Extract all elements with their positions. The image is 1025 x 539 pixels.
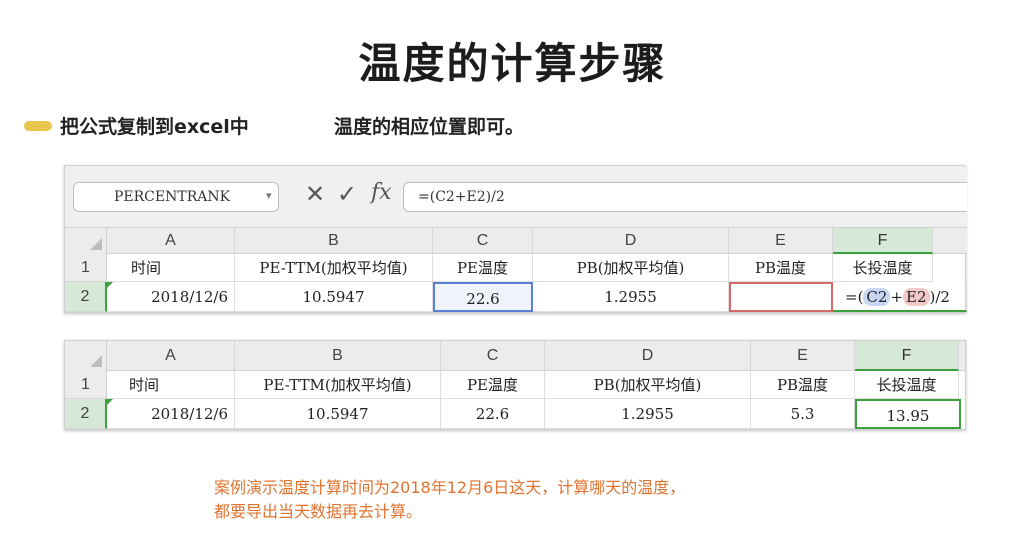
- cell-f2-selected[interactable]: 13.95: [855, 399, 961, 429]
- column-header-d[interactable]: D: [533, 228, 729, 254]
- cell-b1[interactable]: PE-TTM(加权平均值): [235, 371, 441, 399]
- cell-a1[interactable]: 时间: [107, 371, 235, 399]
- cell-c2[interactable]: 22.6: [441, 399, 545, 429]
- cell-e1[interactable]: PB温度: [751, 371, 855, 399]
- name-box-value: PERCENTRANK: [114, 189, 231, 205]
- fx-icon[interactable]: fx: [371, 180, 392, 205]
- select-all-corner[interactable]: [65, 228, 107, 254]
- formula-plus: +: [890, 288, 904, 306]
- column-header-e[interactable]: E: [729, 228, 833, 254]
- caption-line-1: 案例演示温度计算时间为2018年12月6日这天，计算哪天的温度，: [214, 478, 686, 497]
- spreadsheet-editing: PERCENTRANK ▾ ✕ ✓ fx =(C2+E2)/2 A B C D …: [64, 165, 967, 314]
- cell-e1[interactable]: PB温度: [729, 254, 833, 282]
- column-header-d[interactable]: D: [545, 341, 751, 371]
- formula-prefix: =(: [845, 288, 864, 306]
- cancel-icon[interactable]: ✕: [305, 180, 325, 208]
- cell-b2[interactable]: 10.5947: [235, 282, 433, 312]
- column-header-row-2: A B C D E F: [65, 341, 965, 371]
- row-header-1[interactable]: 1: [65, 371, 107, 399]
- instruction-text-1: 把公式复制到excel中: [60, 116, 249, 138]
- cell-a2[interactable]: 2018/12/6: [107, 399, 235, 429]
- cell-c1[interactable]: PE温度: [433, 254, 533, 282]
- column-header-f[interactable]: F: [833, 228, 933, 254]
- column-header-c[interactable]: C: [441, 341, 545, 371]
- ref-c2: C2: [863, 288, 891, 306]
- caption: 案例演示温度计算时间为2018年12月6日这天，计算哪天的温度， 都要导出当天数…: [214, 476, 685, 524]
- column-header-c[interactable]: C: [433, 228, 533, 254]
- chevron-down-icon[interactable]: ▾: [266, 189, 272, 202]
- cell-f2-editing[interactable]: =(C2 + E2)/2: [833, 282, 967, 312]
- ref-e2: E2: [903, 288, 930, 306]
- column-header-row: A B C D E F: [65, 228, 967, 254]
- formula-bar: PERCENTRANK ▾ ✕ ✓ fx =(C2+E2)/2: [65, 166, 967, 228]
- cell-d1[interactable]: PB(加权平均值): [533, 254, 729, 282]
- cell-a1[interactable]: 时间: [107, 254, 235, 282]
- cell-d2[interactable]: 1.2955: [545, 399, 751, 429]
- sheet-grid: A B C D E F 1 时间 PE-TTM(加权平均值) PE温度 PB(加…: [65, 228, 967, 314]
- cell-c1[interactable]: PE温度: [441, 371, 545, 399]
- column-header-a[interactable]: A: [107, 228, 235, 254]
- column-header-f[interactable]: F: [855, 341, 959, 371]
- formula-text: =(C2+E2)/2: [418, 189, 505, 205]
- caption-line-2: 都要导出当天数据再去计算。: [214, 502, 423, 521]
- cell-a2[interactable]: 2018/12/6: [107, 282, 235, 312]
- instruction-row: 把公式复制到excel中 温度的相应位置即可。: [24, 112, 724, 140]
- cell-f1[interactable]: 长投温度: [855, 371, 959, 399]
- column-header-e[interactable]: E: [751, 341, 855, 371]
- formula-suffix: )/2: [929, 288, 950, 306]
- cell-d1[interactable]: PB(加权平均值): [545, 371, 751, 399]
- formula-input[interactable]: =(C2+E2)/2: [403, 182, 967, 212]
- cell-d2[interactable]: 1.2955: [533, 282, 729, 312]
- cell-e2[interactable]: 5.3: [751, 399, 855, 429]
- row-header-2[interactable]: 2: [65, 399, 107, 429]
- cell-e2[interactable]: [729, 282, 833, 312]
- check-icon[interactable]: ✓: [337, 180, 357, 208]
- bullet-marker: [24, 121, 52, 131]
- cell-b1[interactable]: PE-TTM(加权平均值): [235, 254, 433, 282]
- row-header-2[interactable]: 2: [65, 282, 107, 312]
- spreadsheet-result: A B C D E F 1 时间 PE-TTM(加权平均值) PE温度 PB(加…: [64, 340, 966, 430]
- instruction-text-2: 温度的相应位置即可。: [334, 116, 525, 138]
- column-header-b[interactable]: B: [235, 341, 441, 371]
- row-header-1[interactable]: 1: [65, 254, 107, 282]
- column-header-b[interactable]: B: [235, 228, 433, 254]
- page-title: 温度的计算步骤: [358, 39, 667, 88]
- name-box[interactable]: PERCENTRANK ▾: [73, 182, 279, 212]
- select-all-corner-2[interactable]: [65, 341, 107, 371]
- cell-b2[interactable]: 10.5947: [235, 399, 441, 429]
- cell-f1[interactable]: 长投温度: [833, 254, 933, 282]
- column-header-a[interactable]: A: [107, 341, 235, 371]
- cell-c2[interactable]: 22.6: [433, 282, 533, 312]
